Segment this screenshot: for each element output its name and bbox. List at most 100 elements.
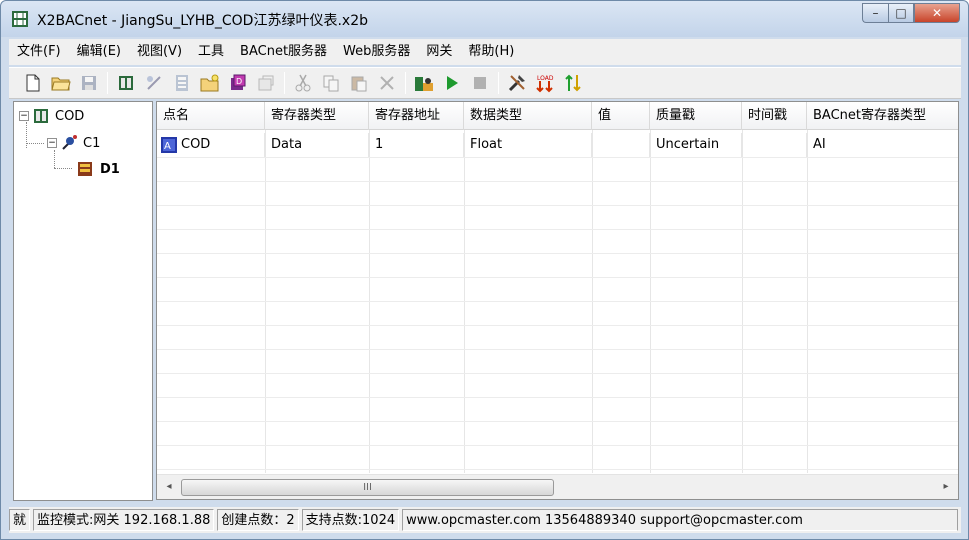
channel-icon — [62, 135, 77, 150]
analog-input-icon: A — [161, 137, 177, 153]
app-window: X2BACnet - JiangSu_LYHB_COD江苏绿叶仪表.x2b – … — [0, 0, 969, 540]
column-header[interactable]: 时间戳 — [742, 102, 807, 130]
grid-line — [157, 445, 958, 446]
table-cell: 1 — [369, 133, 464, 157]
menu-view[interactable]: 视图(V) — [129, 41, 190, 63]
properties-icon[interactable] — [255, 72, 277, 94]
group-icon — [78, 162, 92, 176]
title-bar[interactable]: X2BACnet - JiangSu_LYHB_COD江苏绿叶仪表.x2b – … — [1, 1, 968, 37]
grid-line — [157, 157, 958, 158]
add-device-icon[interactable] — [115, 72, 137, 94]
tree-expander[interactable]: − — [47, 138, 57, 148]
cut-icon[interactable] — [292, 72, 314, 94]
tree-expander[interactable]: − — [19, 111, 29, 121]
toolbar-separator — [107, 72, 108, 94]
grid-line — [157, 277, 958, 278]
maximize-button[interactable]: □ — [888, 3, 914, 23]
grid-line — [157, 253, 958, 254]
tree-connector — [26, 143, 44, 144]
copy-icon[interactable] — [320, 72, 342, 94]
grid-line — [157, 469, 958, 470]
menu-bar: 文件(F) 编辑(E) 视图(V) 工具 BACnet服务器 Web服务器 网关… — [9, 39, 961, 65]
status-ready: 就 — [9, 509, 31, 531]
grid-line — [157, 397, 958, 398]
tree-label-root: COD — [55, 108, 85, 124]
stop-icon[interactable] — [469, 72, 491, 94]
status-created-points: 创建点数：2 — [217, 509, 299, 531]
column-header[interactable]: 数据类型 — [464, 102, 592, 130]
grid-line — [157, 301, 958, 302]
tree-label-device: D1 — [100, 161, 120, 177]
column-header[interactable]: BACnet寄存器类型 — [807, 102, 958, 130]
table-cell — [742, 133, 807, 157]
device-icon — [34, 109, 48, 123]
table-cell: Data — [265, 133, 369, 157]
scroll-right-button[interactable]: ▸ — [938, 479, 954, 495]
table-cell: A COD — [157, 133, 265, 157]
toolbar: D LOAD — [9, 67, 961, 99]
status-supported-points: 支持点数:1024 — [301, 509, 400, 531]
delete-icon[interactable] — [376, 72, 398, 94]
tree-node-device[interactable]: D1 — [76, 159, 120, 179]
scroll-thumb[interactable]: III — [181, 479, 554, 496]
points-table[interactable]: 点名 寄存器类型 寄存器地址 数据类型 值 质量戳 时间戳 BACnet寄存器类… — [156, 101, 959, 500]
run-icon[interactable] — [441, 72, 463, 94]
table-cell — [592, 133, 650, 157]
tools-icon[interactable] — [506, 72, 528, 94]
grid-line — [157, 421, 958, 422]
table-cell: Uncertain — [650, 133, 742, 157]
menu-edit[interactable]: 编辑(E) — [69, 41, 129, 63]
new-file-icon[interactable] — [22, 72, 44, 94]
table-cell: Float — [464, 133, 592, 157]
add-channel-icon[interactable] — [143, 72, 165, 94]
column-header[interactable]: 寄存器类型 — [265, 102, 369, 130]
window-title: X2BACnet - JiangSu_LYHB_COD江苏绿叶仪表.x2b — [37, 13, 368, 29]
close-button[interactable]: ✕ — [914, 3, 960, 23]
status-mode: 监控模式:网关 192.168.1.88 — [33, 509, 215, 531]
grid-line — [157, 181, 958, 182]
grid-line — [157, 205, 958, 206]
table-cell: AI — [807, 133, 958, 157]
open-folder-icon[interactable] — [50, 72, 72, 94]
status-contact: www.opcmaster.com 13564889340 support@op… — [402, 509, 958, 531]
menu-file[interactable]: 文件(F) — [9, 41, 69, 63]
grid-line — [157, 373, 958, 374]
svg-text:LOAD: LOAD — [537, 75, 554, 82]
toolbar-separator — [405, 72, 406, 94]
grid-line — [157, 229, 958, 230]
caption-buttons: – □ ✕ — [862, 3, 960, 25]
tree-label-channel: C1 — [83, 135, 101, 151]
minimize-button[interactable]: – — [862, 3, 888, 23]
add-point-icon[interactable]: D — [227, 72, 249, 94]
load-icon[interactable]: LOAD — [534, 72, 556, 94]
tree-node-root[interactable]: − COD — [19, 106, 84, 126]
tree-node-channel[interactable]: − C1 — [47, 133, 100, 153]
menu-tools[interactable]: 工具 — [190, 41, 232, 63]
point-name: COD — [181, 137, 211, 152]
add-item-icon[interactable] — [199, 72, 221, 94]
menu-bacnet-server[interactable]: BACnet服务器 — [232, 41, 335, 63]
table-row[interactable]: A COD Data 1 Float Uncertain AI — [157, 133, 958, 157]
paste-icon[interactable] — [348, 72, 370, 94]
monitor-icon[interactable] — [413, 72, 435, 94]
toolbar-separator — [498, 72, 499, 94]
menu-help[interactable]: 帮助(H) — [460, 41, 522, 63]
column-header[interactable]: 寄存器地址 — [369, 102, 464, 130]
scroll-left-button[interactable]: ◂ — [161, 479, 177, 495]
horizontal-scrollbar[interactable]: ◂ III ▸ — [157, 474, 958, 499]
svg-text:A: A — [164, 141, 171, 152]
device-tree[interactable]: − COD − C1 D1 — [13, 101, 153, 501]
grid-line — [157, 349, 958, 350]
column-header[interactable]: 点名 — [157, 102, 265, 130]
menu-gateway[interactable]: 网关 — [418, 41, 460, 63]
toolbar-separator — [284, 72, 285, 94]
transfer-icon[interactable] — [562, 72, 584, 94]
table-header: 点名 寄存器类型 寄存器地址 数据类型 值 质量戳 时间戳 BACnet寄存器类… — [157, 102, 958, 130]
tree-connector — [54, 168, 72, 169]
menu-web-server[interactable]: Web服务器 — [335, 41, 418, 63]
add-group-icon[interactable] — [171, 72, 193, 94]
save-icon[interactable] — [78, 72, 100, 94]
column-header[interactable]: 值 — [592, 102, 650, 130]
bacnet-app-icon — [12, 11, 28, 27]
column-header[interactable]: 质量戳 — [650, 102, 742, 130]
